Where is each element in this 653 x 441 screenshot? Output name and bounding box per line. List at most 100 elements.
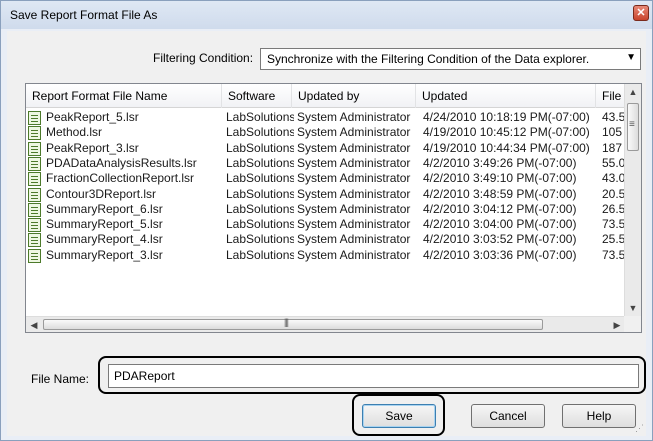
report-file-icon xyxy=(28,187,41,202)
file-size-cell: 105 xyxy=(602,125,623,140)
updated-by-cell: System Administrator xyxy=(297,217,411,232)
updated-cell: 4/2/2010 3:49:26 PM(-07:00) xyxy=(423,155,577,170)
scrollbar-corner xyxy=(624,316,641,332)
software-cell: LabSolutions xyxy=(226,247,294,262)
file-size-cell: 25.5 xyxy=(602,232,625,247)
list-item[interactable]: FractionCollectionReport.lsr LabSolutions… xyxy=(26,171,625,187)
updated-cell: 4/2/2010 3:04:12 PM(-07:00) xyxy=(423,201,577,216)
updated-by-cell: System Administrator xyxy=(297,247,411,262)
software-cell: LabSolutions xyxy=(226,186,294,201)
updated-cell: 4/2/2010 3:03:52 PM(-07:00) xyxy=(423,232,577,247)
software-cell: LabSolutions xyxy=(226,201,294,216)
list-rows: PeakReport_5.lsr LabSolutions System Admin… xyxy=(26,110,625,317)
save-report-dialog: Save Report Format File As ✕ Filtering C… xyxy=(0,0,653,441)
report-file-icon xyxy=(28,202,41,217)
column-header-updated-by[interactable]: Updated by xyxy=(292,84,416,108)
file-size-cell: 73.5 xyxy=(602,217,625,232)
file-name-input[interactable]: PDAReport xyxy=(108,364,639,388)
scroll-right-icon[interactable]: ▶ xyxy=(609,317,625,333)
vertical-scrollbar[interactable]: ▲ ▼ xyxy=(624,84,641,317)
updated-cell: 4/19/2010 10:44:34 PM(-07:00) xyxy=(423,140,590,155)
file-size-cell: 187 xyxy=(602,140,623,155)
updated-cell: 4/2/2010 3:04:00 PM(-07:00) xyxy=(423,217,577,232)
software-cell: LabSolutions xyxy=(226,140,294,155)
column-header-updated[interactable]: Updated xyxy=(416,84,596,108)
updated-by-cell: System Administrator xyxy=(297,186,411,201)
file-name-cell: PeakReport_5.lsr xyxy=(46,110,139,124)
file-name-cell: PeakReport_3.lsr xyxy=(46,140,139,155)
scroll-left-icon[interactable]: ◀ xyxy=(26,317,42,333)
list-item[interactable]: PeakReport_3.lsr LabSolutions System Admin… xyxy=(26,141,625,156)
file-size-cell: 43.5 xyxy=(602,110,625,124)
list-item[interactable]: SummaryReport_4.lsr LabSolutions System Ad… xyxy=(26,232,625,248)
filtering-condition-value: Synchronize with the Filtering Condition… xyxy=(267,52,590,66)
list-item[interactable]: SummaryReport_3.lsr LabSolutions System Ad… xyxy=(26,248,625,263)
list-item[interactable]: SummaryReport_6.lsr LabSolutions System Ad… xyxy=(26,202,625,217)
file-size-cell: 26.5 xyxy=(602,201,625,216)
file-name-cell: SummaryReport_4.lsr xyxy=(46,232,163,247)
resize-grip-icon[interactable]: ⋰ xyxy=(635,423,644,434)
save-button[interactable]: Save xyxy=(362,404,436,428)
software-cell: LabSolutions xyxy=(226,155,294,170)
scroll-up-icon[interactable]: ▲ xyxy=(625,84,641,101)
chevron-down-icon: ▼ xyxy=(626,52,636,63)
file-name-cell: SummaryReport_3.lsr xyxy=(46,247,163,262)
column-header-file[interactable]: File xyxy=(596,84,625,108)
updated-by-cell: System Administrator xyxy=(297,171,411,186)
updated-cell: 4/2/2010 3:49:10 PM(-07:00) xyxy=(423,171,577,186)
software-cell: LabSolutions xyxy=(226,217,294,232)
file-name-cell: Contour3DReport.lsr xyxy=(46,186,157,201)
report-file-icon xyxy=(28,141,41,156)
horizontal-scroll-thumb[interactable] xyxy=(43,317,543,330)
updated-cell: 4/19/2010 10:45:12 PM(-07:00) xyxy=(423,125,590,140)
file-name-label: File Name: xyxy=(31,372,90,386)
report-file-icon xyxy=(28,248,41,263)
report-file-icon xyxy=(28,126,41,141)
title-bar[interactable]: Save Report Format File As ✕ xyxy=(1,1,652,29)
report-file-list[interactable]: Report Format File Name Software Updated… xyxy=(25,83,642,333)
list-item[interactable]: Contour3DReport.lsr LabSolutions System Ad… xyxy=(26,187,625,202)
dialog-body: Filtering Condition: Synchronize with th… xyxy=(7,31,646,436)
report-file-icon xyxy=(28,233,41,248)
updated-cell: 4/24/2010 10:18:19 PM(-07:00) xyxy=(423,110,590,124)
scroll-down-icon[interactable]: ▼ xyxy=(625,300,641,317)
updated-cell: 4/2/2010 3:03:36 PM(-07:00) xyxy=(423,247,577,262)
report-file-icon xyxy=(28,218,41,233)
file-name-cell: SummaryReport_6.lsr xyxy=(46,201,163,216)
list-header: Report Format File Name Software Updated… xyxy=(26,84,625,108)
updated-cell: 4/2/2010 3:48:59 PM(-07:00) xyxy=(423,186,577,201)
vertical-scroll-thumb[interactable] xyxy=(627,103,639,151)
report-file-icon xyxy=(28,111,41,125)
close-icon[interactable]: ✕ xyxy=(633,5,649,21)
help-button[interactable]: Help xyxy=(562,404,636,428)
filtering-condition-dropdown[interactable]: Synchronize with the Filtering Condition… xyxy=(260,48,641,70)
cancel-button[interactable]: Cancel xyxy=(471,404,545,428)
software-cell: LabSolutions xyxy=(226,232,294,247)
list-item[interactable]: PDADataAnalysisResults.lsr LabSolutions Sy… xyxy=(26,156,625,171)
software-cell: LabSolutions xyxy=(226,125,294,140)
updated-by-cell: System Administrator xyxy=(297,110,411,124)
updated-by-cell: System Administrator xyxy=(297,155,411,170)
file-name-cell: PDADataAnalysisResults.lsr xyxy=(46,155,197,170)
report-file-icon xyxy=(28,156,41,171)
updated-by-cell: System Administrator xyxy=(297,201,411,216)
file-name-value[interactable]: PDAReport xyxy=(114,369,175,383)
file-size-cell: 20.5 xyxy=(602,186,625,201)
column-header-software[interactable]: Software xyxy=(222,84,292,108)
horizontal-scrollbar[interactable]: ◀ ▶ xyxy=(26,316,625,332)
software-cell: LabSolutions xyxy=(226,171,294,186)
updated-by-cell: System Administrator xyxy=(297,125,411,140)
list-item[interactable]: SummaryReport_5.lsr LabSolutions System Ad… xyxy=(26,217,625,233)
file-name-cell: SummaryReport_5.lsr xyxy=(46,217,163,232)
dialog-title: Save Report Format File As xyxy=(10,8,158,22)
file-size-cell: 43.0 xyxy=(602,171,625,186)
list-item[interactable]: PeakReport_5.lsr LabSolutions System Admin… xyxy=(26,110,625,125)
list-item[interactable]: Method.lsr LabSolutions System Administrat… xyxy=(26,125,625,141)
file-name-cell: Method.lsr xyxy=(46,125,103,140)
updated-by-cell: System Administrator xyxy=(297,140,411,155)
file-size-cell: 73.5 xyxy=(602,247,625,262)
column-header-name[interactable]: Report Format File Name xyxy=(26,84,222,108)
report-file-icon xyxy=(28,172,41,187)
file-name-cell: FractionCollectionReport.lsr xyxy=(46,171,195,186)
file-size-cell: 55.0 xyxy=(602,155,625,170)
